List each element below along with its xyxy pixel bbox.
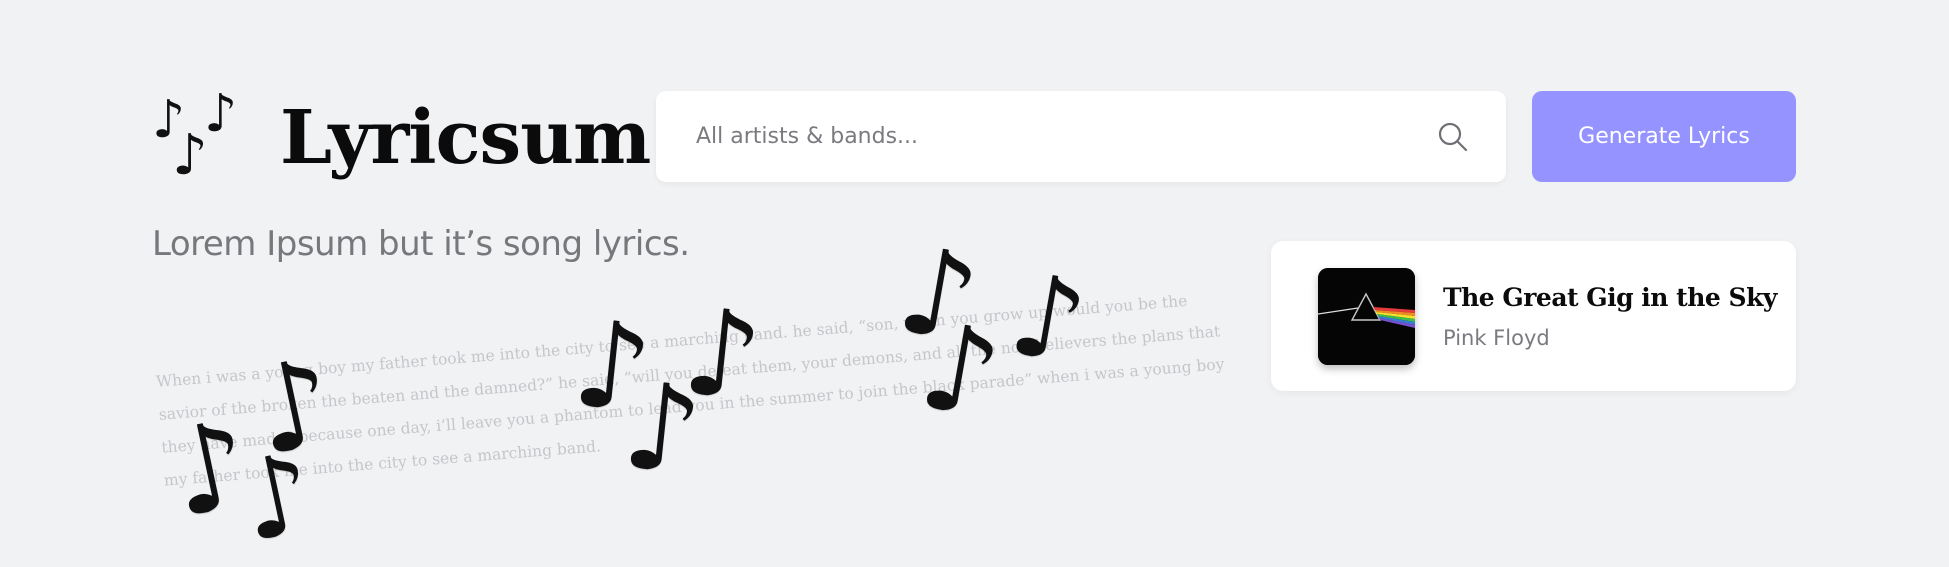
logo: ♪ ♪ ♪ Lyricsum bbox=[150, 84, 651, 188]
music-note-icon: ♪ bbox=[616, 356, 708, 503]
song-card[interactable]: The Great Gig in the Sky Pink Floyd bbox=[1271, 241, 1796, 391]
song-info: The Great Gig in the Sky Pink Floyd bbox=[1443, 283, 1777, 350]
tagline: Lorem Ipsum but it’s song lyrics. bbox=[152, 224, 690, 264]
album-art bbox=[1318, 267, 1415, 365]
app-title: Lyricsum bbox=[280, 95, 651, 181]
generate-lyrics-button[interactable]: Generate Lyrics bbox=[1532, 91, 1796, 182]
search-icon[interactable] bbox=[1436, 120, 1470, 154]
search-bar[interactable] bbox=[656, 91, 1506, 182]
search-input[interactable] bbox=[694, 123, 1436, 150]
song-artist: Pink Floyd bbox=[1443, 325, 1550, 350]
song-title: The Great Gig in the Sky bbox=[1443, 282, 1777, 312]
music-notes-icon: ♪ ♪ ♪ bbox=[152, 84, 238, 188]
